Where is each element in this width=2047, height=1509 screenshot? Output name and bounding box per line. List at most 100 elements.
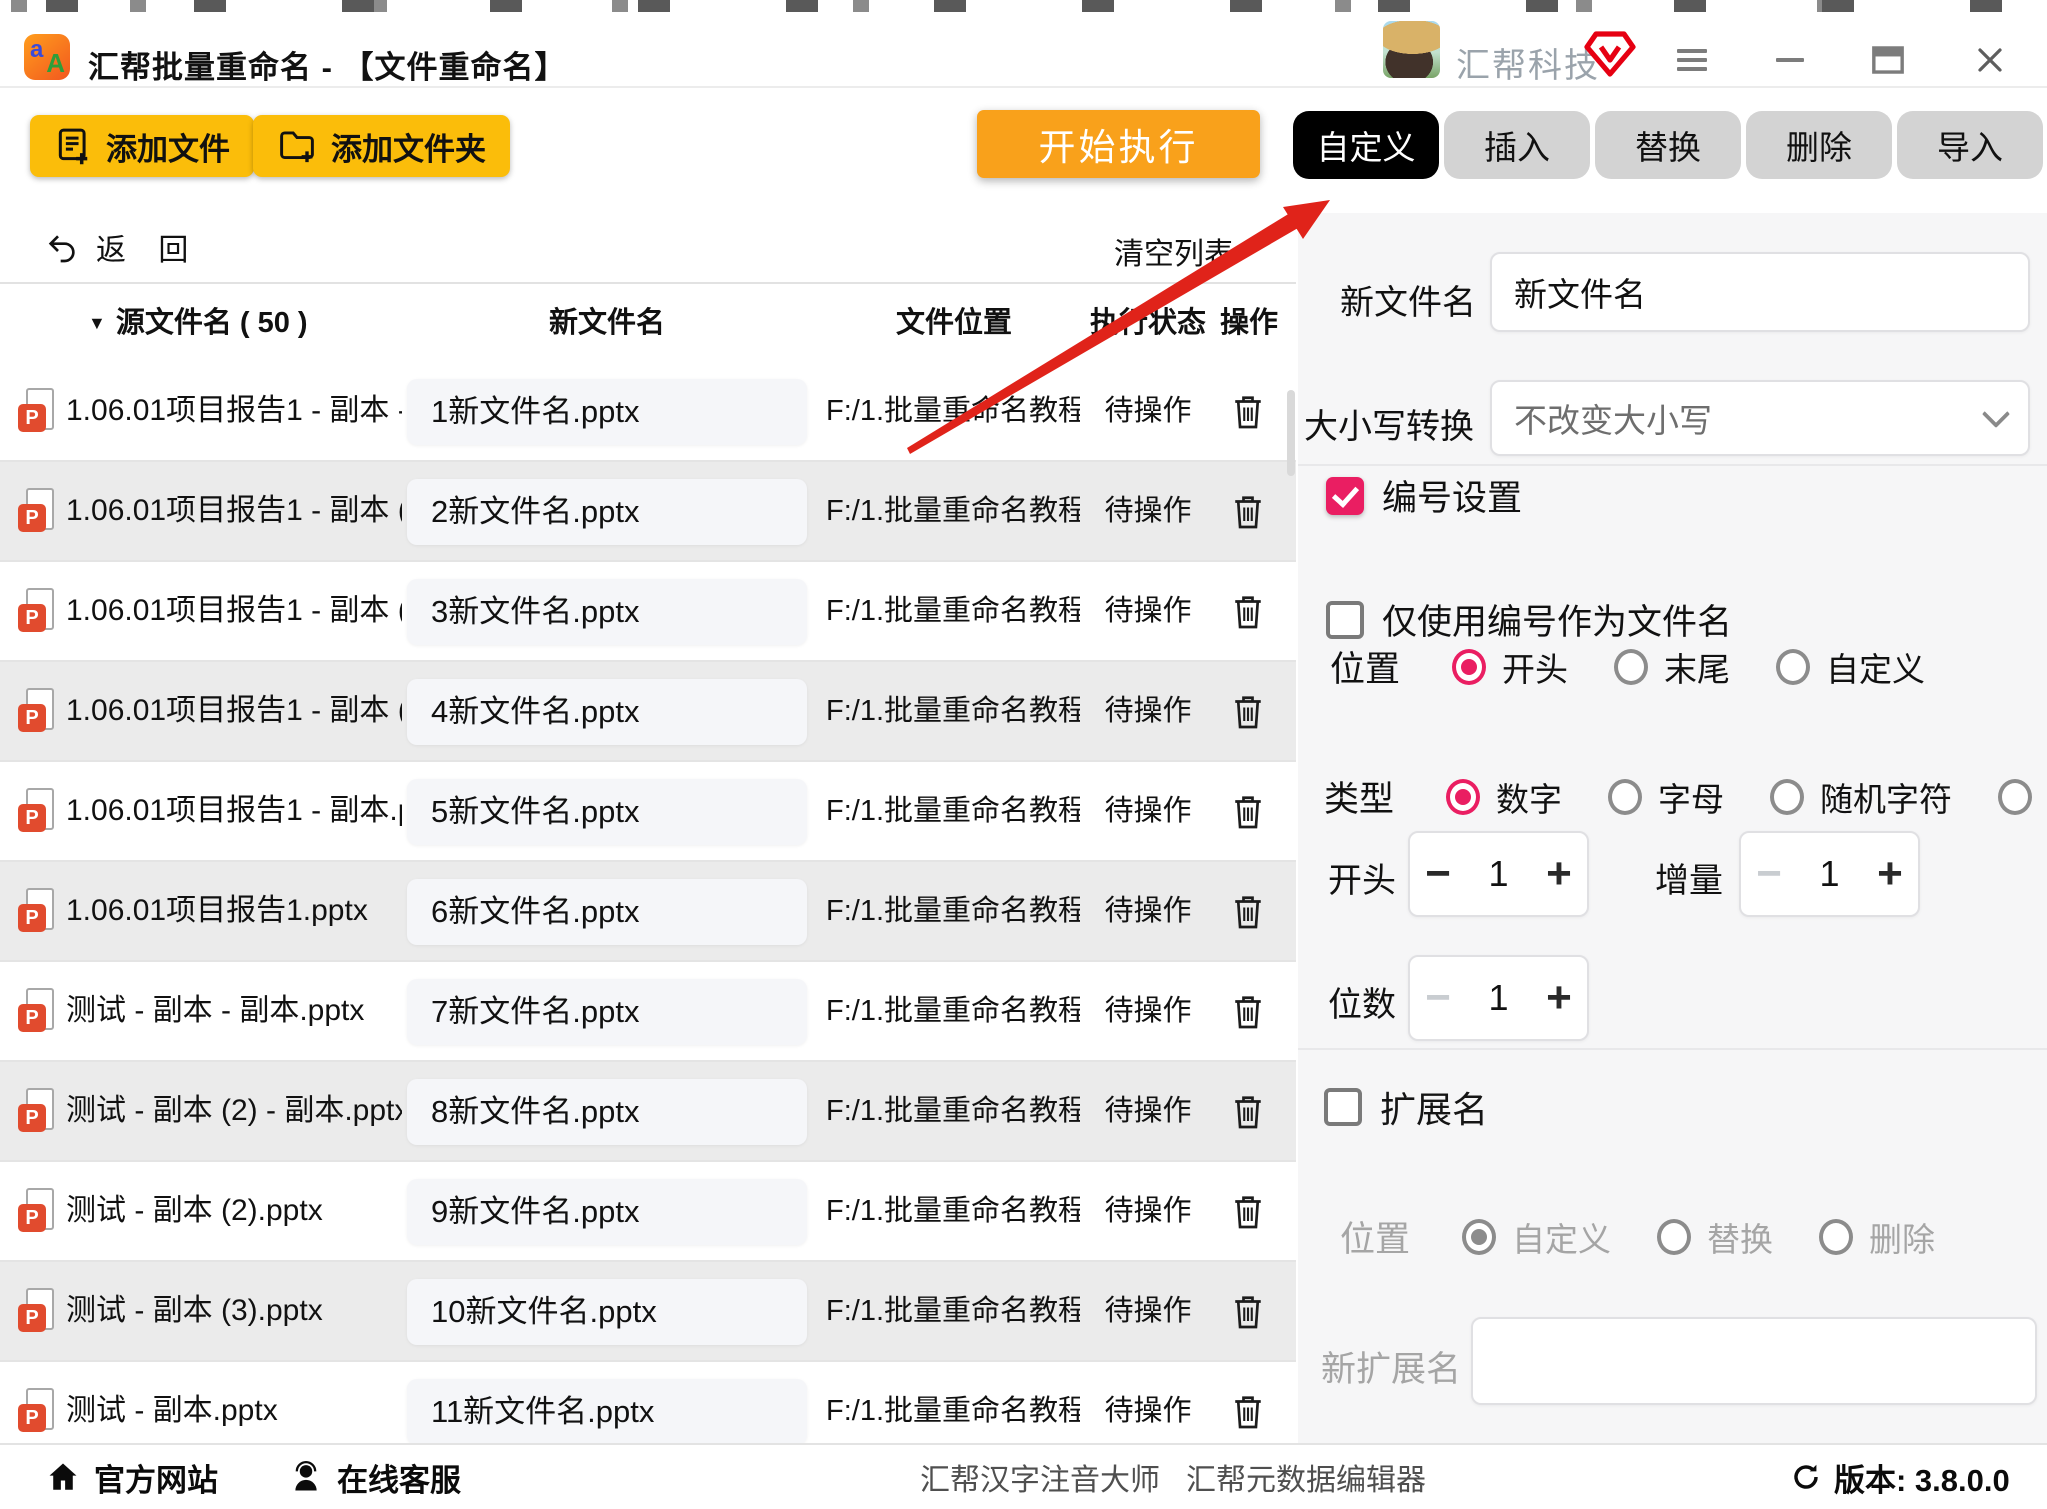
pinyin-master-link[interactable]: 汇帮汉字注音大师: [914, 1445, 1166, 1509]
powerpoint-file-icon: P: [18, 688, 58, 736]
status-text: 待操作: [1086, 862, 1210, 960]
file-row: P 1.06.01项目报告1 - 副本 (2).ppt 3新文件名.pptx F…: [0, 562, 1296, 662]
decrement-button[interactable]: −: [1410, 833, 1466, 915]
status-text: 待操作: [1086, 462, 1210, 560]
increment-button[interactable]: +: [1531, 833, 1587, 915]
new-filename-field[interactable]: 10新文件名.pptx: [407, 1279, 807, 1345]
add-folder-button[interactable]: 添加文件夹: [253, 115, 510, 177]
only-number-checkbox-row[interactable]: 仅使用编号作为文件名: [1326, 594, 1732, 645]
increment-stepper: − 1 +: [1739, 831, 1920, 917]
status-text: 待操作: [1086, 1062, 1210, 1160]
tab-2[interactable]: 插入: [1444, 111, 1590, 179]
source-filename: 测试 - 副本 (3).pptx: [66, 1262, 402, 1360]
case-convert-select[interactable]: 不改变大小写: [1490, 380, 2030, 456]
vip-badge-icon[interactable]: [1584, 30, 1636, 78]
case-convert-label: 大小写转换: [1304, 399, 1474, 448]
run-button[interactable]: 开始执行: [977, 110, 1260, 178]
list-scrollbar[interactable]: [1287, 390, 1295, 476]
tab-3[interactable]: 替换: [1595, 111, 1741, 179]
column-header-location: 文件位置: [826, 284, 1082, 362]
close-button[interactable]: [1966, 36, 2014, 84]
new-filename-field[interactable]: 3新文件名.pptx: [407, 579, 807, 645]
official-site-link[interactable]: 官方网站: [40, 1445, 224, 1509]
status-text: 待操作: [1086, 1362, 1210, 1443]
trash-icon: [1230, 792, 1266, 832]
chevron-down-icon: [1982, 400, 2010, 428]
extension-checkbox-row[interactable]: 扩展名: [1324, 1081, 1488, 1133]
minimize-button[interactable]: [1766, 36, 1814, 84]
file-location: F:/1.批量重命名教程/PP: [826, 1062, 1080, 1160]
status-text: 待操作: [1086, 562, 1210, 660]
radio-option[interactable]: 时间: [1998, 773, 2047, 821]
online-support-label: 在线客服: [337, 1455, 461, 1500]
column-header-source[interactable]: ▼源文件名 ( 50 ): [88, 284, 308, 362]
new-filename-field[interactable]: 4新文件名.pptx: [407, 679, 807, 745]
delete-row-button[interactable]: [1226, 591, 1270, 635]
radio-label: 自定义: [1826, 643, 1925, 691]
online-support-link[interactable]: 在线客服: [283, 1445, 467, 1509]
delete-row-button[interactable]: [1226, 991, 1270, 1035]
decrement-button[interactable]: −: [1741, 833, 1797, 915]
start-number-label: 开头: [1328, 853, 1396, 902]
radio-option[interactable]: 开头: [1452, 643, 1568, 691]
new-filename-field[interactable]: 2新文件名.pptx: [407, 479, 807, 545]
radio-option[interactable]: 随机字符: [1770, 773, 1952, 821]
add-folder-label: 添加文件夹: [331, 124, 486, 169]
version-area: 版本: 3.8.0.0: [1790, 1445, 2010, 1509]
new-filename-field[interactable]: 9新文件名.pptx: [407, 1179, 807, 1245]
file-row: P 测试 - 副本 - 副本.pptx 7新文件名.pptx F:/1.批量重命…: [0, 962, 1296, 1062]
back-button[interactable]: 返 回: [40, 224, 206, 270]
radio-option[interactable]: 自定义: [1776, 643, 1925, 691]
column-header-new-name: 新文件名: [407, 284, 807, 362]
status-text: 待操作: [1086, 962, 1210, 1060]
delete-row-button[interactable]: [1226, 391, 1270, 435]
trash-icon: [1230, 1092, 1266, 1132]
menu-button[interactable]: [1668, 36, 1716, 84]
tab-5[interactable]: 导入: [1897, 111, 2043, 179]
radio-option: 自定义: [1462, 1213, 1611, 1261]
delete-row-button[interactable]: [1226, 791, 1270, 835]
radio-option[interactable]: 末尾: [1614, 643, 1730, 691]
extension-position-row: 位置 自定义替换删除: [1340, 1211, 1981, 1262]
increment-button[interactable]: +: [1862, 833, 1918, 915]
source-filename: 1.06.01项目报告1 - 副本 (3).ppt: [66, 662, 402, 760]
tab-1[interactable]: 自定义: [1293, 111, 1439, 179]
new-name-input[interactable]: [1490, 252, 2030, 332]
new-filename-field[interactable]: 7新文件名.pptx: [407, 979, 807, 1045]
divider: [1298, 1048, 2047, 1050]
radio-label: 末尾: [1664, 643, 1730, 691]
stepper-value: 1: [1466, 977, 1531, 1019]
numbering-checkbox-row[interactable]: 编号设置: [1326, 470, 1522, 521]
metadata-editor-link[interactable]: 汇帮元数据编辑器: [1180, 1445, 1432, 1509]
increment-button[interactable]: +: [1531, 957, 1587, 1039]
maximize-button[interactable]: [1864, 36, 1912, 84]
delete-row-button[interactable]: [1226, 1291, 1270, 1335]
source-filename: 1.06.01项目报告1 - 副本 (2).ppt: [66, 562, 402, 660]
numbering-label: 编号设置: [1382, 470, 1522, 521]
trash-icon: [1230, 492, 1266, 532]
clear-list-button[interactable]: 清空列表: [1108, 228, 1240, 274]
delete-row-button[interactable]: [1226, 1191, 1270, 1235]
delete-row-button[interactable]: [1226, 891, 1270, 935]
delete-row-button[interactable]: [1226, 491, 1270, 535]
delete-row-button[interactable]: [1226, 1091, 1270, 1135]
new-filename-field[interactable]: 1新文件名.pptx: [407, 379, 807, 445]
new-filename-field[interactable]: 5新文件名.pptx: [407, 779, 807, 845]
add-file-button[interactable]: 添加文件: [30, 115, 254, 177]
decrement-button[interactable]: −: [1410, 957, 1466, 1039]
checkbox-checked-icon: [1326, 477, 1364, 515]
refresh-icon[interactable]: [1790, 1461, 1822, 1493]
new-filename-field[interactable]: 6新文件名.pptx: [407, 879, 807, 945]
radio-unselected-icon: [1614, 649, 1648, 685]
radio-option[interactable]: 数字: [1446, 773, 1562, 821]
tab-4[interactable]: 删除: [1746, 111, 1892, 179]
radio-unselected-icon: [1998, 779, 2032, 815]
radio-label: 数字: [1496, 773, 1562, 821]
delete-row-button[interactable]: [1226, 1391, 1270, 1435]
new-filename-field[interactable]: 8新文件名.pptx: [407, 1079, 807, 1145]
delete-row-button[interactable]: [1226, 691, 1270, 735]
radio-option[interactable]: 字母: [1608, 773, 1724, 821]
powerpoint-file-icon: P: [18, 388, 58, 436]
new-filename-field[interactable]: 11新文件名.pptx: [407, 1379, 807, 1443]
new-extension-input[interactable]: [1471, 1317, 2037, 1405]
